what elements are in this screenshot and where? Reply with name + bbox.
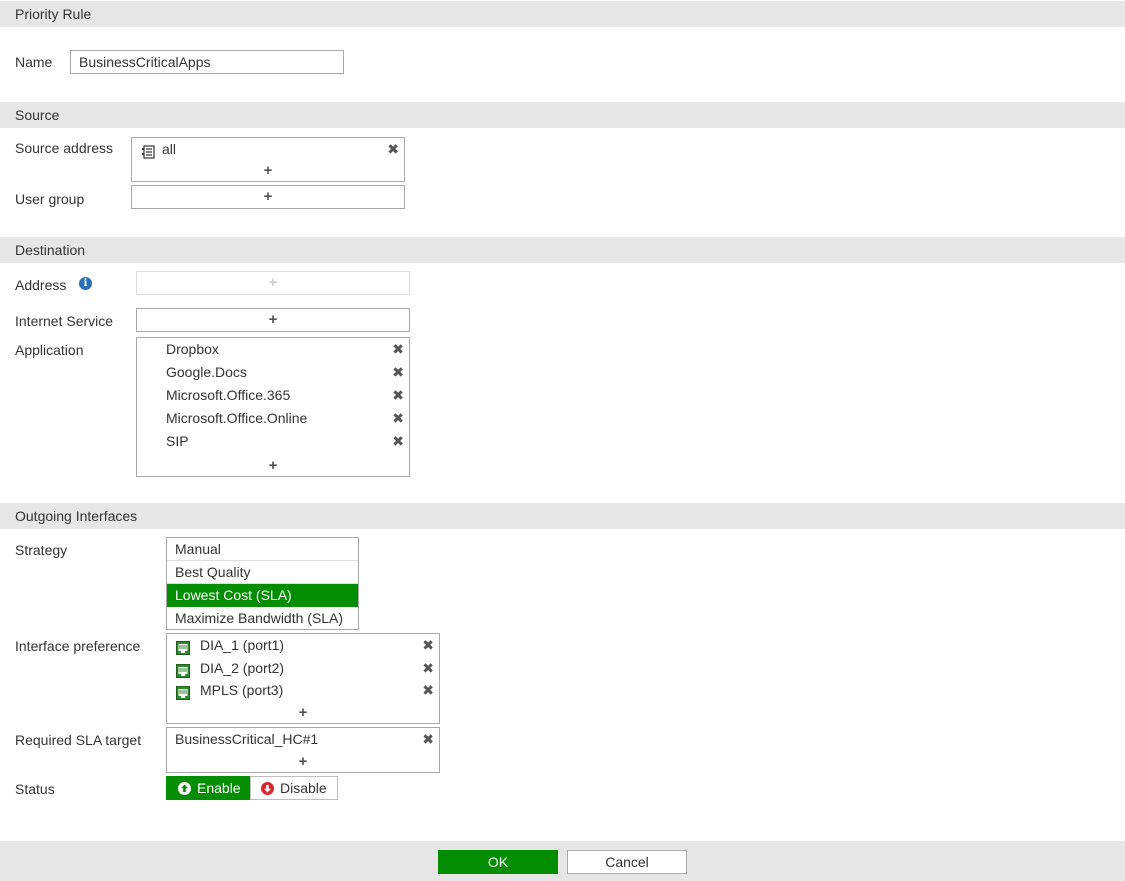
destination-section-title: Destination [15, 242, 86, 258]
interface-name: DIA_2 (port2) [200, 660, 285, 676]
remove-icon[interactable]: ✖ [392, 361, 404, 384]
source-address-entry[interactable]: all ✖ [132, 138, 404, 161]
info-icon[interactable]: i [79, 277, 92, 290]
list-item[interactable]: Dropbox ✖ [137, 338, 409, 361]
add-sla-target-button[interactable]: + [167, 754, 439, 769]
cancel-button[interactable]: Cancel [567, 850, 687, 874]
port-icon [176, 662, 190, 678]
remove-icon[interactable]: ✖ [392, 384, 404, 407]
user-group-label: User group [15, 191, 85, 207]
status-enable-button[interactable]: Enable [166, 776, 250, 800]
application-field[interactable]: Dropbox ✖ Google.Docs ✖ Microsoft.Office… [136, 337, 410, 477]
ok-button[interactable]: OK [438, 850, 558, 874]
source-address-value: all [162, 141, 177, 157]
priority-rule-header: Priority Rule [0, 1, 1125, 27]
remove-icon[interactable]: ✖ [387, 138, 399, 161]
status-disable-button[interactable]: Disable [250, 776, 338, 800]
status-label: Status [15, 781, 55, 797]
remove-icon[interactable]: ✖ [422, 728, 434, 751]
strategy-option-manual[interactable]: Manual [167, 538, 358, 561]
list-item[interactable]: SIP ✖ [137, 430, 409, 453]
interface-name: DIA_1 (port1) [200, 637, 285, 653]
destination-address-field: + [136, 271, 410, 295]
application-name: Microsoft.Office.365 [166, 387, 291, 403]
source-address-label: Source address [15, 140, 114, 156]
list-item[interactable]: Microsoft.Office.Online ✖ [137, 407, 409, 430]
add-internet-service-button[interactable]: + [137, 312, 409, 327]
dialog-footer [0, 841, 1125, 881]
strategy-option-best-quality[interactable]: Best Quality [167, 561, 358, 584]
name-label: Name [15, 54, 53, 70]
strategy-option-lowest-cost[interactable]: Lowest Cost (SLA) [167, 584, 358, 607]
interface-preference-label: Interface preference [15, 638, 141, 654]
list-item[interactable]: Microsoft.Office.365 ✖ [137, 384, 409, 407]
remove-icon[interactable]: ✖ [422, 679, 434, 702]
priority-rule-title: Priority Rule [15, 6, 92, 22]
add-user-group-button[interactable]: + [132, 189, 404, 204]
add-application-button[interactable]: + [137, 458, 409, 473]
port-icon [176, 639, 190, 655]
application-name: SIP [166, 433, 189, 449]
internet-service-field[interactable]: + [136, 308, 410, 332]
application-name: Microsoft.Office.Online [166, 410, 308, 426]
outgoing-interfaces-section-header: Outgoing Interfaces [0, 503, 1125, 529]
source-section-title: Source [15, 107, 60, 123]
remove-icon[interactable]: ✖ [392, 338, 404, 361]
add-destination-address-button: + [268, 274, 278, 291]
address-list-icon [141, 143, 155, 159]
status-disable-label: Disable [280, 780, 327, 796]
list-item[interactable]: DIA_1 (port1) ✖ [167, 634, 439, 657]
list-item[interactable]: MPLS (port3) ✖ [167, 679, 439, 702]
name-input[interactable] [70, 50, 344, 74]
list-item[interactable]: Google.Docs ✖ [137, 361, 409, 384]
port-icon [176, 684, 190, 700]
strategy-option-maximize-bandwidth[interactable]: Maximize Bandwidth (SLA) [167, 607, 358, 630]
sla-target-label: Required SLA target [15, 732, 142, 748]
sla-target-field[interactable]: BusinessCritical_HC#1 ✖ + [166, 727, 440, 773]
application-name: Google.Docs [166, 364, 247, 380]
list-item[interactable]: BusinessCritical_HC#1 ✖ [167, 728, 439, 751]
add-interface-button[interactable]: + [167, 705, 439, 720]
sla-target-name: BusinessCritical_HC#1 [175, 731, 319, 747]
application-name: Dropbox [166, 341, 219, 357]
source-section-header: Source [0, 102, 1125, 128]
arrow-down-circle-icon [261, 782, 274, 795]
user-group-field[interactable]: + [131, 185, 405, 209]
remove-icon[interactable]: ✖ [422, 634, 434, 657]
remove-icon[interactable]: ✖ [422, 657, 434, 680]
remove-icon[interactable]: ✖ [392, 407, 404, 430]
list-item[interactable]: DIA_2 (port2) ✖ [167, 657, 439, 680]
interface-preference-field[interactable]: DIA_1 (port1) ✖ DIA_2 (port2) ✖ MPLS (po… [166, 633, 440, 724]
outgoing-interfaces-section-title: Outgoing Interfaces [15, 508, 138, 524]
interface-name: MPLS (port3) [200, 682, 284, 698]
strategy-list[interactable]: Manual Best Quality Lowest Cost (SLA) Ma… [166, 537, 359, 630]
destination-address-label: Address [15, 277, 67, 293]
status-enable-label: Enable [197, 780, 241, 796]
add-source-address-button[interactable]: + [132, 163, 404, 178]
source-address-field[interactable]: all ✖ + [131, 137, 405, 182]
arrow-up-circle-icon [178, 782, 191, 795]
application-label: Application [15, 342, 84, 358]
remove-icon[interactable]: ✖ [392, 430, 404, 453]
destination-section-header: Destination [0, 237, 1125, 263]
strategy-label: Strategy [15, 542, 68, 558]
internet-service-label: Internet Service [15, 313, 114, 329]
